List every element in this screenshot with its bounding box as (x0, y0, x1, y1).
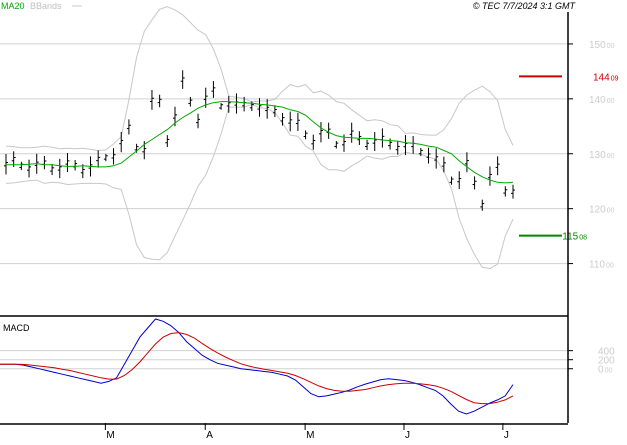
price-tick-unit: 00 (607, 98, 615, 105)
price-tick-unit: 00 (607, 208, 615, 215)
macd-y-axis: 000200400 (568, 347, 615, 376)
stock-chart: MA20 BBands © TEC 7/7/2024 3:1 GMT 11000… (0, 0, 627, 441)
price-level-label: 14409 (593, 72, 619, 83)
macd-tick-unit: 00 (605, 368, 613, 375)
legend-bbands: BBands (30, 1, 62, 11)
price-tick-label: 13000 (589, 150, 615, 161)
price-level-suffix: 09 (611, 75, 619, 82)
price-tick-unit: 00 (607, 43, 615, 50)
month-axis: MAMJJ (104, 423, 509, 441)
month-label: A (206, 430, 213, 440)
month-label: J (405, 430, 410, 440)
price-tick-label: 15000 (589, 40, 615, 51)
macd-tick-label: 400 (598, 347, 615, 358)
price-level-suffix: 08 (579, 235, 587, 242)
price-tick-label: 11000 (589, 260, 614, 271)
price-tick-unit: 00 (607, 153, 615, 160)
price-tick-label: 14000 (589, 95, 615, 106)
price-tick-unit: 00 (606, 263, 614, 270)
month-label: M (106, 430, 114, 440)
copyright: © TEC 7/7/2024 3:1 GMT (473, 1, 577, 11)
legend-ma20: MA20 (1, 1, 25, 11)
month-label: M (306, 430, 314, 440)
chart-canvas: MA20 BBands © TEC 7/7/2024 3:1 GMT 11000… (0, 0, 619, 441)
price-tick-label: 12000 (589, 205, 615, 216)
macd-panel (0, 319, 568, 423)
price-panel (0, 0, 568, 313)
macd-label: MACD (3, 323, 30, 333)
month-label: J (504, 430, 509, 440)
price-level-label: 11508 (562, 232, 587, 243)
